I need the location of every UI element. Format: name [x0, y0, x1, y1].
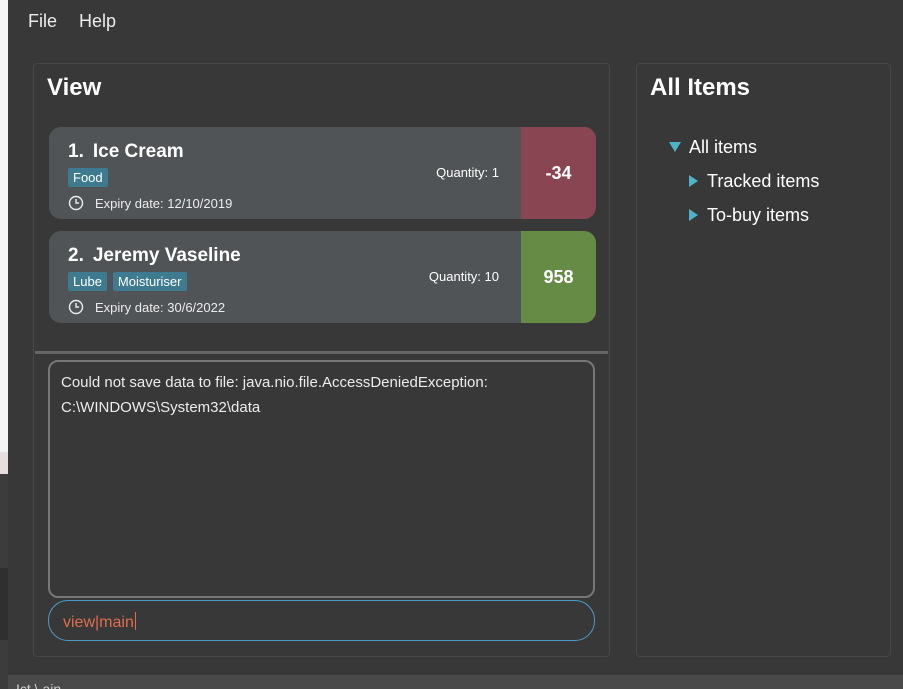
status-text: Ict \ ain — [16, 681, 62, 689]
item-tags: Lube Moisturiser — [68, 272, 187, 291]
item-quantity: Quantity: 1 — [436, 165, 499, 180]
command-value: view|main — [63, 614, 134, 631]
command-text: view|main — [63, 612, 136, 632]
app-window: File Help View 1. Ice Cream Food Expiry d… — [8, 0, 903, 689]
tree-item-to-buy-items[interactable]: To-buy items — [669, 198, 819, 232]
days-remaining-badge: -34 — [521, 127, 596, 219]
item-tags: Food — [68, 168, 108, 187]
text-caret — [134, 612, 136, 630]
status-bar: Ict \ ain — [8, 675, 903, 689]
result-display[interactable]: Could not save data to file: java.nio.fi… — [48, 360, 595, 598]
expiry-row: Expiry date: 30/6/2022 — [68, 299, 225, 315]
item-name: 1. Ice Cream — [68, 141, 184, 163]
item-quantity: Quantity: 10 — [428, 269, 499, 284]
view-panel: View 1. Ice Cream Food Expiry date: 12/10… — [33, 63, 610, 657]
tag-label: Food — [68, 168, 108, 187]
split-divider[interactable] — [35, 351, 608, 354]
expiry-date: Expiry date: 30/6/2022 — [95, 299, 226, 315]
item-card[interactable]: 1. Ice Cream Food Expiry date: 12/10/2019… — [49, 127, 596, 219]
menu-bar: File Help — [8, 0, 903, 46]
expiry-date: Expiry date: 12/10/2019 — [95, 195, 233, 211]
expand-right-icon[interactable] — [689, 175, 698, 187]
expiry-row: Expiry date: 12/10/2019 — [68, 195, 232, 211]
item-tree: All items Tracked items To-buy items — [669, 130, 819, 232]
item-name-text: Jeremy Vaseline — [92, 245, 241, 266]
command-input[interactable]: view|main — [48, 600, 595, 641]
result-message: Could not save data to file: java.nio.fi… — [61, 374, 488, 416]
days-remaining-badge: 958 — [521, 231, 596, 323]
item-name-text: Ice Cream — [92, 141, 184, 162]
tree-item-tracked-items[interactable]: Tracked items — [669, 164, 819, 198]
item-index: 1. — [68, 141, 84, 162]
clock-icon — [68, 195, 84, 211]
expand-down-icon[interactable] — [669, 142, 681, 152]
tree-item-all-items[interactable]: All items — [669, 130, 819, 164]
expand-right-icon[interactable] — [689, 209, 698, 221]
background-accent — [0, 86, 8, 104]
tag-label: Lube — [68, 272, 107, 291]
tree-item-label: Tracked items — [707, 170, 820, 191]
menu-help[interactable]: Help — [79, 11, 116, 32]
item-name: 2. Jeremy Vaseline — [68, 245, 241, 267]
tree-item-label: To-buy items — [707, 204, 810, 225]
all-items-panel: All Items All items Tracked items To-buy… — [636, 63, 891, 657]
tree-item-label: All items — [689, 136, 758, 157]
tag-label: Moisturiser — [112, 272, 187, 291]
item-card[interactable]: 2. Jeremy Vaseline Lube Moisturiser Expir… — [49, 231, 596, 323]
clock-icon — [68, 299, 84, 315]
item-index: 2. — [68, 245, 84, 266]
background-strip — [0, 452, 8, 474]
background-darker-strip — [0, 568, 8, 640]
view-panel-title: View — [47, 74, 102, 101]
menu-file[interactable]: File — [28, 11, 57, 32]
all-items-title: All Items — [650, 74, 751, 101]
background-window-edge — [0, 0, 8, 689]
